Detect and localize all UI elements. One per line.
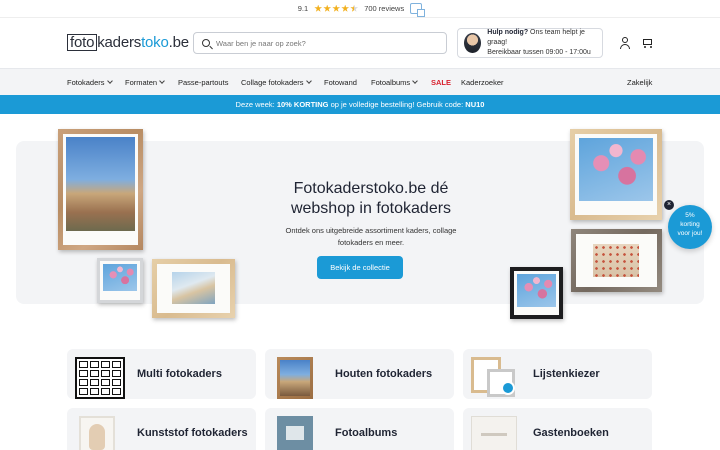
logo-mid: kaders: [97, 34, 142, 51]
search-input[interactable]: [216, 38, 436, 48]
frame-photo-blossom: [579, 138, 653, 201]
nav-label: Formaten: [125, 78, 158, 87]
chevron-down-icon: [412, 78, 419, 84]
cart-icon[interactable]: [641, 38, 653, 49]
nav-label: Passe-partouts: [178, 78, 229, 87]
help-text: Hulp nodig? Ons team helpt je graag! Ber…: [487, 28, 602, 58]
hero-title: Fotokaderstoko.be dé webshop in fotokade…: [290, 180, 452, 217]
star-icon: [323, 4, 332, 12]
hero-subtitle: Ontdek ons uitgebreide assortiment kader…: [285, 226, 457, 247]
nav-item-collage-fotokaders[interactable]: Collage fotokaders: [241, 78, 312, 87]
category-label: Multi fotokaders: [137, 368, 222, 380]
promo-banner: Deze week: 10% KORTING op je volledige b…: [0, 95, 720, 114]
promo-code: NU10: [465, 100, 485, 109]
category-card-multi-fotokaders[interactable]: Multi fotokaders: [67, 349, 256, 399]
category-card-fotoalbums[interactable]: Fotoalbums: [265, 408, 454, 450]
nav-label: Fotoalbums: [371, 78, 411, 87]
review-platform-icon[interactable]: [410, 3, 426, 17]
chevron-down-icon: [159, 78, 165, 84]
logo-tld: .be: [168, 34, 189, 51]
help-box[interactable]: Hulp nodig? Ons team helpt je graag! Ber…: [457, 28, 603, 58]
category-label: Houten fotokaders: [335, 368, 433, 380]
star-icon: [341, 4, 350, 12]
frame-photo-blossom: [517, 274, 556, 307]
wood-frame-thumbnail: [277, 357, 313, 399]
promo-middle: op je volledige bestelling! Gebruik code…: [330, 100, 464, 109]
nav-label: SALE: [431, 78, 452, 87]
site-logo[interactable]: foto kaderstoko.be: [67, 34, 189, 51]
discount-percent: 5%: [685, 212, 695, 219]
multi-frame-thumbnail: [75, 357, 125, 399]
logo-blue: toko: [141, 34, 169, 51]
search-bar[interactable]: [193, 32, 447, 54]
logo-box: foto: [67, 34, 98, 51]
photo-album-thumbnail: [277, 416, 313, 450]
hero-frame-small-grey: [97, 258, 143, 303]
search-icon[interactable]: [202, 39, 210, 47]
category-label: Lijstenkiezer: [533, 368, 600, 380]
plastic-frame-thumbnail: [79, 416, 115, 450]
category-label: Gastenboeken: [533, 427, 609, 439]
review-count[interactable]: 700 reviews: [364, 4, 404, 13]
chevron-down-icon: [305, 78, 312, 84]
nav-item-passe-partouts[interactable]: Passe-partouts: [178, 78, 228, 87]
rating-score: 9.1: [297, 4, 309, 13]
frame-photo-blossom: [103, 264, 137, 291]
site-header: fotokaderstoko.be Hulp nodig? Ons team h…: [0, 18, 720, 68]
category-card-houten-fotokaders[interactable]: Houten fotokaders: [265, 349, 454, 399]
nav-item-fotoalbums[interactable]: Fotoalbums: [371, 78, 419, 87]
category-label: Kunststof fotokaders: [137, 427, 248, 439]
rating-stars: [314, 4, 359, 13]
nav-label: Collage fotokaders: [241, 78, 304, 87]
chevron-down-icon: [106, 78, 113, 84]
star-icon: [314, 4, 323, 12]
frame-photo-coast: [172, 272, 215, 304]
promo-prefix: Deze week:: [235, 100, 275, 109]
category-card-kunststof-fotokaders[interactable]: Kunststof fotokaders: [67, 408, 256, 450]
user-icon[interactable]: [619, 37, 631, 49]
nav-label: Kaderzoeker: [461, 78, 504, 87]
nav-label: Fotowand: [324, 78, 357, 87]
close-icon[interactable]: ×: [664, 200, 674, 210]
star-icon: [350, 4, 359, 12]
promo-discount: 10% KORTING: [276, 100, 329, 109]
nav-item-fotokaders[interactable]: Fotokaders: [67, 78, 113, 87]
category-card-gastenboeken[interactable]: Gastenboeken: [463, 408, 652, 450]
nav-item-sale[interactable]: SALE: [431, 78, 451, 87]
nav-item-formaten[interactable]: Formaten: [125, 78, 165, 87]
hero-frame-landscape-wood: [152, 259, 235, 318]
hero-frame-large-wood: [58, 129, 143, 250]
rating-bar: 9.1 700 reviews: [0, 0, 720, 18]
help-title: Hulp nodig?: [487, 29, 529, 36]
hero-frame-square-wood: [570, 129, 662, 220]
frame-photo-tower: [66, 137, 135, 231]
logo-text: kaderstoko.be: [97, 34, 189, 51]
star-icon: [332, 4, 341, 12]
hero-frame-black: [510, 267, 563, 319]
avatar: [464, 33, 482, 53]
discount-bubble[interactable]: 5% korting voor jou!: [668, 205, 712, 249]
nav-label: Fotokaders: [67, 78, 105, 87]
guestbook-thumbnail: [471, 416, 517, 450]
help-hours: Bereikbaar tussen 09:00 - 17:00u: [487, 49, 591, 56]
discount-tagline: voor jou!: [677, 230, 703, 237]
main-nav: Fotokaders Formaten Passe-partouts Colla…: [0, 68, 720, 95]
nav-item-kaderzoeker[interactable]: Kaderzoeker: [461, 78, 504, 87]
frame-chooser-thumbnail: [471, 357, 521, 399]
view-collection-button[interactable]: Bekijk de collectie: [317, 256, 403, 279]
category-card-lijstenkiezer[interactable]: Lijstenkiezer: [463, 349, 652, 399]
refresh-icon: [501, 381, 515, 395]
nav-item-fotowand[interactable]: Fotowand: [324, 78, 357, 87]
hero-frame-grey-wood: [571, 229, 662, 292]
nav-item-zakelijk[interactable]: Zakelijk: [627, 78, 652, 87]
frame-photo-pattern: [593, 244, 639, 277]
discount-label: korting: [680, 221, 700, 228]
category-label: Fotoalbums: [335, 427, 398, 439]
